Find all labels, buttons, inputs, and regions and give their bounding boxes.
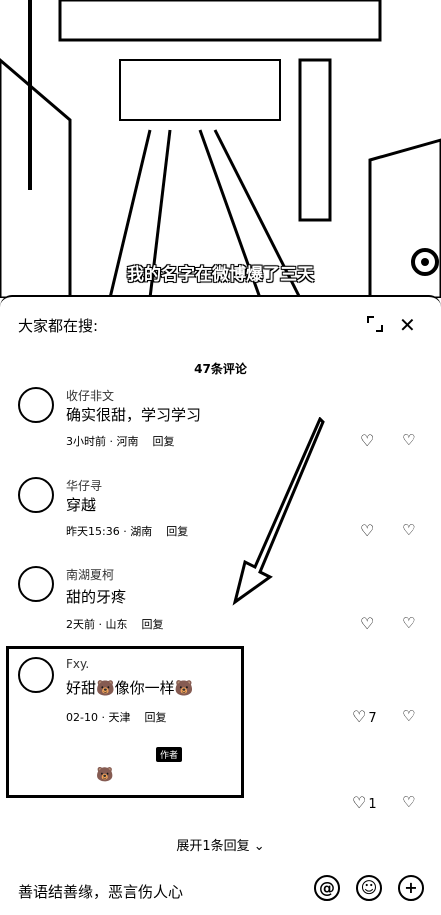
like-button[interactable]: ♡ [360, 614, 374, 633]
comment-meta: 02-10 · 天津 回复 [66, 709, 166, 725]
author-tag: 作者 [156, 747, 183, 762]
comment-input[interactable]: 善语结善缘，恶言伤人心 [18, 881, 183, 902]
sub-reply-like-button[interactable]: ♡ 1 [352, 793, 377, 812]
expand-replies-label: 展开1条回复 [176, 839, 250, 854]
video-subtitle: 我的名字在微博爆了三天 [127, 265, 314, 285]
video-area[interactable]: 我的名字在微博爆了三天 [0, 0, 441, 298]
comment-time: 昨天15:36 · 湖南 [66, 525, 153, 538]
heart-icon: ♡ [360, 614, 375, 633]
chevron-down-icon: ⌄ [249, 839, 265, 854]
heart-icon: ♡ [352, 793, 367, 812]
reply-button[interactable]: 回复 [166, 525, 188, 538]
reply-button[interactable]: 回复 [142, 618, 164, 631]
comment-count: 47条评论 [194, 362, 247, 376]
reply-button[interactable]: 回复 [144, 711, 166, 724]
at-mention-icon[interactable]: @ [314, 875, 340, 901]
comment-username[interactable]: 南湖夏柯 [66, 566, 114, 583]
avatar[interactable] [18, 566, 54, 602]
emoji-icon[interactable]: ☺ [356, 875, 382, 901]
like-count: 7 [368, 711, 377, 726]
dislike-icon[interactable]: ♡ [402, 707, 415, 725]
comment-username[interactable]: 收仔非文 [66, 387, 114, 404]
bear-sticker-icon: 🐻 [96, 767, 114, 783]
expand-icon[interactable] [366, 315, 384, 333]
like-button[interactable]: ♡ [360, 431, 374, 450]
comment-input-bar: 善语结善缘，恶言伤人心 @ ☺ + [0, 867, 441, 915]
comment-meta: 昨天15:36 · 湖南 回复 [66, 523, 188, 539]
comment-time: 3小时前 · 河南 [66, 435, 139, 448]
reply-button[interactable]: 回复 [153, 435, 175, 448]
like-button[interactable]: ♡ 7 [352, 707, 377, 726]
search-label[interactable]: 大家都在搜: [18, 315, 98, 336]
expand-replies-button[interactable]: 展开1条回复 ⌄ [0, 835, 441, 854]
comment-username[interactable]: 华仔寻 [66, 477, 102, 494]
avatar[interactable] [18, 477, 54, 513]
close-icon[interactable]: ✕ [399, 313, 416, 337]
comment-username[interactable]: Fxy. [66, 657, 89, 671]
comment-text: 穿越 [66, 496, 97, 514]
dislike-icon[interactable]: ♡ [402, 614, 415, 632]
avatar[interactable] [18, 657, 54, 693]
comment-time: 02-10 · 天津 [66, 711, 131, 724]
video-frame [0, 0, 441, 298]
heart-icon: ♡ [352, 707, 367, 726]
comment-text: 确实很甜，学习学习 [66, 406, 202, 424]
like-count: 1 [368, 797, 377, 812]
comment-panel: 大家都在搜: ✕ 47条评论 收仔非文 确实很甜，学习学习 3小时前 · 河南回… [0, 295, 441, 915]
dislike-icon[interactable]: ♡ [402, 521, 415, 539]
comment-meta: 2天前 · 山东 回复 [66, 616, 164, 632]
add-icon[interactable]: + [398, 875, 424, 901]
arrow-annotation [232, 417, 325, 606]
heart-icon: ♡ [360, 431, 375, 450]
comment-text: 好甜🐻像你一样🐻 [66, 679, 194, 697]
dislike-icon[interactable]: ♡ [402, 793, 415, 811]
like-button[interactable]: ♡ [360, 521, 374, 540]
dislike-icon[interactable]: ♡ [402, 431, 415, 449]
comment-time: 2天前 · 山东 [66, 618, 128, 631]
comment-text: 甜的牙疼 [66, 588, 127, 606]
heart-icon: ♡ [360, 521, 375, 540]
avatar[interactable] [18, 387, 54, 423]
comment-meta: 3小时前 · 河南 回复 [66, 433, 175, 449]
